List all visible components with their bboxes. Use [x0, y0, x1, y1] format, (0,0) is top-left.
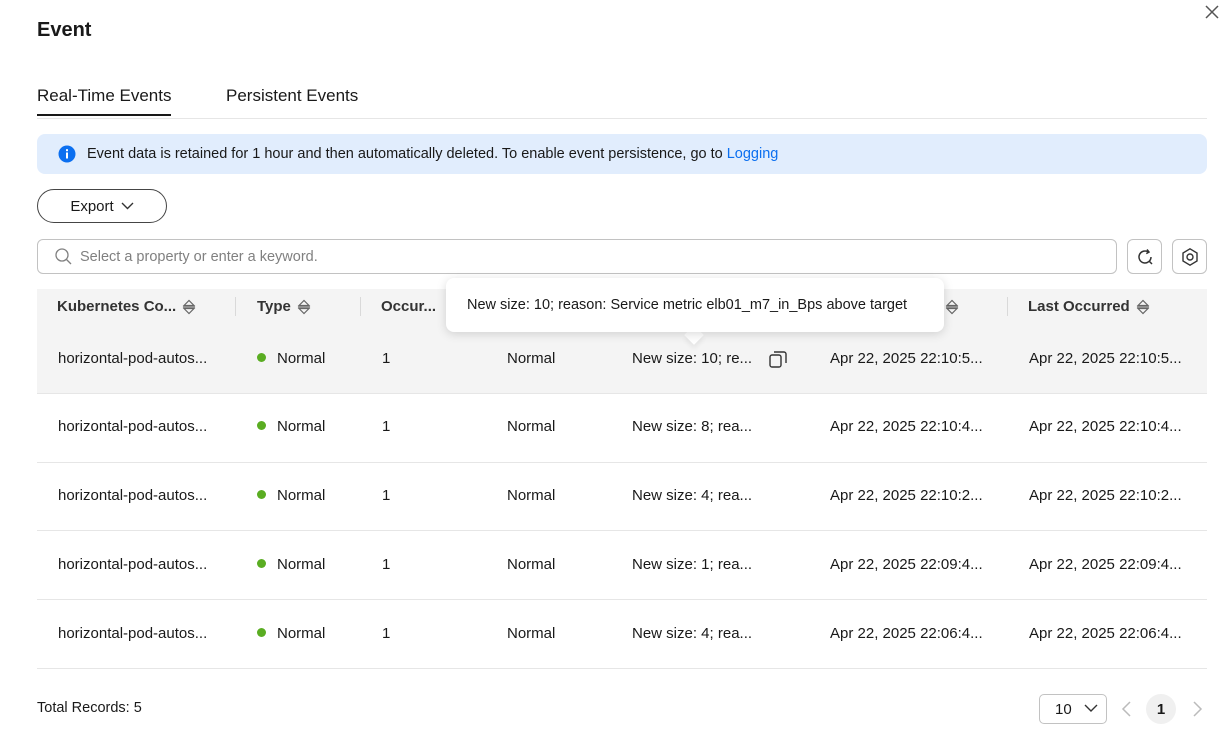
last-occurred-cell: Apr 22, 2025 22:06:4...	[1029, 625, 1182, 642]
name-cell: horizontal-pod-autos...	[58, 350, 208, 367]
last-occurred-cell: Apr 22, 2025 22:10:2...	[1029, 487, 1182, 504]
first-occurred-cell: Apr 22, 2025 22:06:4...	[830, 625, 983, 642]
content-cell[interactable]: New size: 4; rea...	[632, 487, 762, 504]
column-divider	[235, 297, 236, 316]
content-cell[interactable]: New size: 4; rea...	[632, 625, 762, 642]
close-button[interactable]	[1202, 2, 1222, 22]
type-cell: Normal	[257, 487, 325, 504]
name-cell: horizontal-pod-autos...	[58, 556, 208, 573]
occurrences-cell: 1	[382, 556, 391, 573]
banner-text: Event data is retained for 1 hour and th…	[87, 146, 723, 162]
refresh-icon	[1137, 248, 1153, 265]
copy-icon[interactable]	[768, 349, 788, 369]
level-cell: Normal	[507, 418, 556, 435]
level-cell: Normal	[507, 625, 556, 642]
column-header-name: Kubernetes Co...	[57, 289, 196, 324]
first-occurred-cell: Apr 22, 2025 22:10:4...	[830, 418, 983, 435]
export-label: Export	[70, 197, 114, 215]
logging-link[interactable]: Logging	[727, 146, 779, 162]
tab-bar: Real-Time Events Persistent Events	[37, 78, 1207, 119]
column-divider	[1007, 297, 1008, 316]
info-icon	[58, 145, 76, 163]
name-cell: horizontal-pod-autos...	[58, 487, 208, 504]
first-occurred-cell: Apr 22, 2025 22:10:5...	[830, 350, 983, 367]
table-row[interactable]: horizontal-pod-autos... Normal 1 Normal …	[37, 531, 1207, 600]
settings-button[interactable]	[1172, 239, 1207, 274]
sort-icon[interactable]	[1136, 299, 1150, 315]
level-cell: Normal	[507, 350, 556, 367]
sort-icon[interactable]	[182, 299, 196, 315]
column-divider	[360, 297, 361, 316]
level-cell: Normal	[507, 556, 556, 573]
tab-persistent-events[interactable]: Persistent Events	[226, 86, 358, 114]
column-header-occurrences: Occur...	[381, 298, 437, 315]
name-cell: horizontal-pod-autos...	[58, 418, 208, 435]
chevron-down-icon	[121, 202, 134, 210]
table-row[interactable]: horizontal-pod-autos... Normal 1 Normal …	[37, 463, 1207, 531]
status-dot	[257, 628, 266, 637]
occurrences-cell: 1	[382, 350, 391, 367]
type-cell: Normal	[257, 556, 325, 573]
status-dot	[257, 353, 266, 362]
last-occurred-cell: Apr 22, 2025 22:09:4...	[1029, 556, 1182, 573]
total-records: Total Records: 5	[37, 700, 142, 716]
first-occurred-cell: Apr 22, 2025 22:10:2...	[830, 487, 983, 504]
occurrences-cell: 1	[382, 418, 391, 435]
occurrences-cell: 1	[382, 487, 391, 504]
export-button[interactable]: Export	[37, 189, 167, 223]
type-cell: Normal	[257, 418, 325, 435]
content-tooltip: New size: 10; reason: Service metric elb…	[446, 278, 944, 332]
type-cell: Normal	[257, 350, 325, 367]
close-icon	[1205, 5, 1219, 19]
table-row[interactable]: horizontal-pod-autos... Normal 1 Normal …	[37, 600, 1207, 669]
name-cell: horizontal-pod-autos...	[58, 625, 208, 642]
table-row[interactable]: horizontal-pod-autos... Normal 1 Normal …	[37, 324, 1207, 394]
page-size-select[interactable]: 10	[1039, 694, 1107, 724]
column-header-last-occurred: Last Occurred	[1028, 289, 1150, 324]
search-icon	[55, 248, 72, 265]
status-dot	[257, 559, 266, 568]
dialog-title: Event	[37, 19, 92, 41]
settings-icon	[1181, 247, 1198, 266]
tab-real-time-events[interactable]: Real-Time Events	[37, 86, 172, 116]
occurrences-cell: 1	[382, 625, 391, 642]
last-occurred-cell: Apr 22, 2025 22:10:5...	[1029, 350, 1182, 367]
info-banner: Event data is retained for 1 hour and th…	[37, 134, 1207, 174]
refresh-button[interactable]	[1127, 239, 1162, 274]
last-occurred-cell: Apr 22, 2025 22:10:4...	[1029, 418, 1182, 435]
status-dot	[257, 490, 266, 499]
page-size-value: 10	[1055, 700, 1072, 718]
first-occurred-cell: Apr 22, 2025 22:09:4...	[830, 556, 983, 573]
chevron-right-icon[interactable]	[1189, 700, 1205, 718]
content-cell[interactable]: New size: 8; rea...	[632, 418, 762, 435]
type-cell: Normal	[257, 625, 325, 642]
column-header-type: Type	[257, 289, 311, 324]
chevron-down-icon	[1084, 704, 1098, 712]
search-box	[37, 239, 1117, 274]
content-cell[interactable]: New size: 10; re...	[632, 350, 762, 367]
sort-icon[interactable]	[297, 299, 311, 315]
chevron-left-icon[interactable]	[1119, 700, 1135, 718]
level-cell: Normal	[507, 487, 556, 504]
table-row[interactable]: horizontal-pod-autos... Normal 1 Normal …	[37, 394, 1207, 463]
page-number-current[interactable]: 1	[1146, 694, 1176, 724]
search-input[interactable]	[80, 248, 980, 265]
sort-icon[interactable]	[945, 299, 959, 315]
content-cell[interactable]: New size: 1; rea...	[632, 556, 762, 573]
status-dot	[257, 421, 266, 430]
